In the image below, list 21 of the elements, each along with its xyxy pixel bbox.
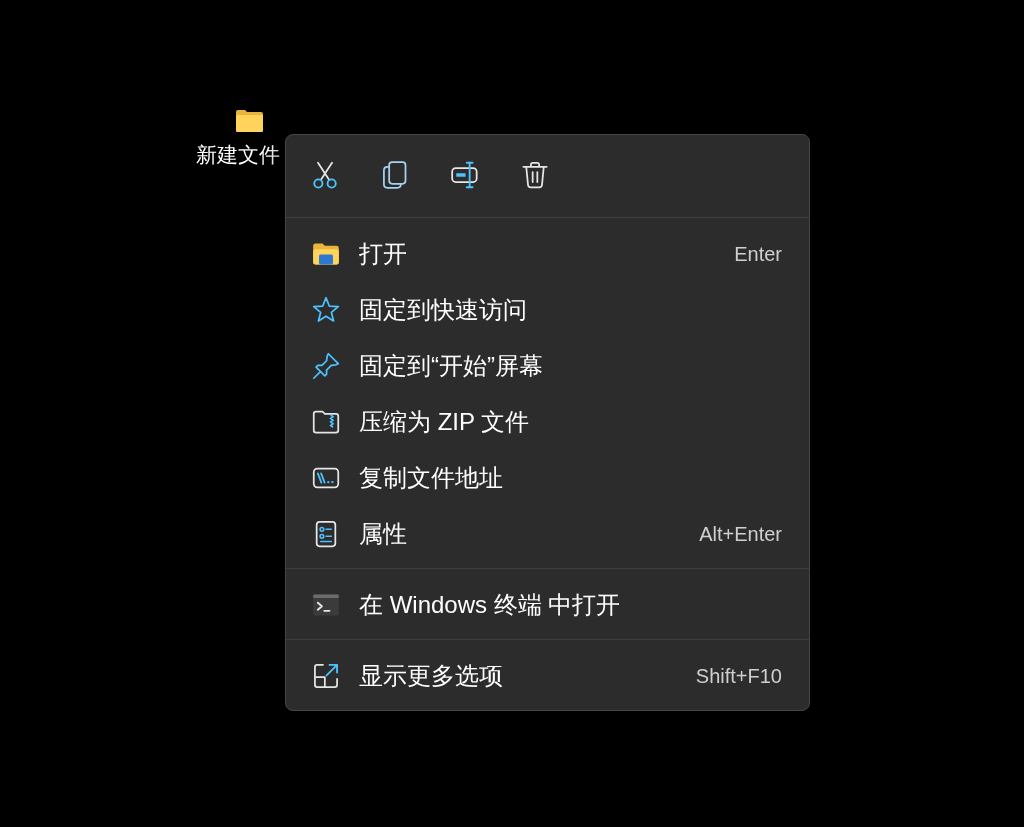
arrow-out-icon	[312, 662, 340, 690]
trash-icon	[521, 161, 549, 189]
file-name-label: 新建文件	[196, 142, 280, 168]
keyboard-shortcut: Alt+Enter	[699, 522, 782, 546]
menu-item[interactable]: 打开 Enter	[290, 226, 805, 282]
copy-icon	[381, 161, 409, 189]
zipped-folder-icon	[312, 408, 340, 436]
folder-icon[interactable]	[235, 110, 263, 132]
menu-item[interactable]: 复制文件地址	[290, 450, 805, 506]
rename-icon	[451, 161, 479, 189]
keyboard-shortcut: Shift+F10	[695, 664, 782, 688]
menu-item[interactable]: 固定到“开始”屏幕	[290, 338, 805, 394]
menu-item[interactable]: 属性 Alt+Enter	[290, 506, 805, 562]
menu-item[interactable]: 固定到快速访问	[290, 282, 805, 338]
keyboard-shortcut: Enter	[734, 242, 782, 266]
menu-item[interactable]: 在 Windows 终端 中打开	[290, 577, 805, 633]
pin-icon	[312, 352, 340, 380]
star-icon	[312, 296, 340, 324]
scissors-icon	[311, 161, 339, 189]
menu-item[interactable]: 压缩为 ZIP 文件	[290, 394, 805, 450]
menu-item[interactable]: 显示更多选项 Shift+F10	[290, 648, 805, 704]
